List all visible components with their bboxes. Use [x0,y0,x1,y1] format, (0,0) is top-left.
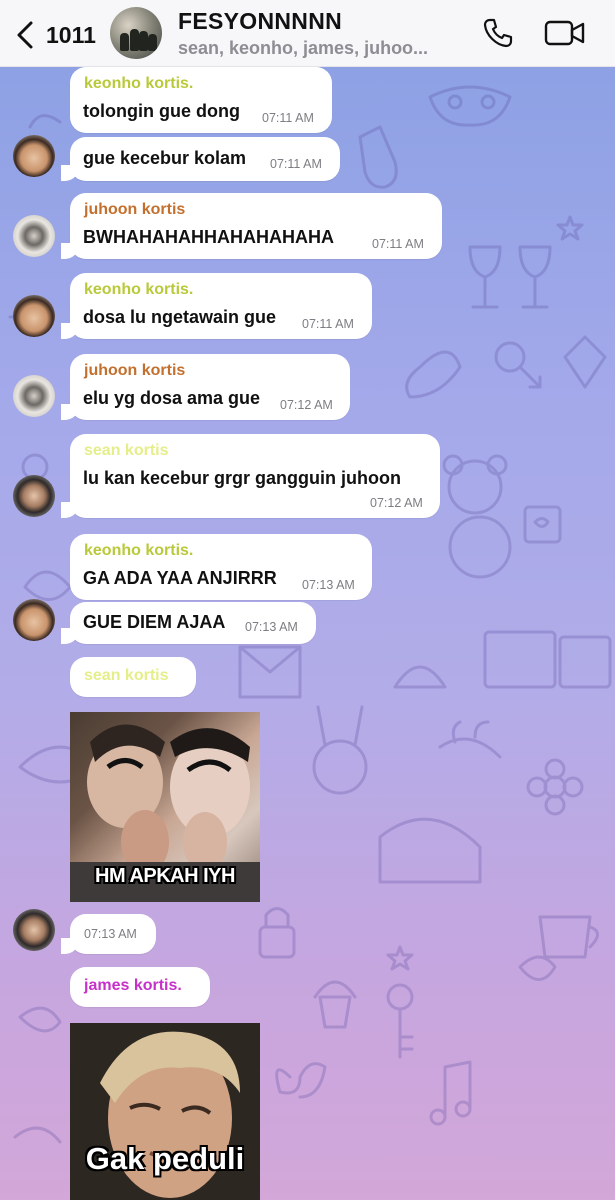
avatar[interactable] [13,295,55,337]
chevron-left-icon [17,21,33,49]
message-bubble[interactable]: juhoon kortis BWHAHAHAHHAHAHAHAHA 07:11 … [61,193,442,259]
message-text: GUE DIEM AJAA [83,612,226,632]
avatar[interactable] [13,135,55,177]
message-text: GA ADA YAA ANJIRRR [83,568,277,588]
sender-name: sean kortis [84,667,169,684]
video-call-button[interactable] [544,19,586,49]
chat-area[interactable]: keonho kortis. tolongin gue dong 07:11 A… [0,67,615,1200]
message-bubble[interactable]: gue kecebur kolam 07:11 AM [61,137,340,181]
message-bubble[interactable]: keonho kortis. tolongin gue dong 07:11 A… [70,67,332,133]
message-text: elu yg dosa ama gue [83,388,261,408]
message-time: 07:11 AM [302,317,354,331]
sender-label-bubble: sean kortis [70,657,196,697]
sender-name: keonho kortis. [84,281,194,298]
group-title[interactable]: FESYONNNNN [178,8,342,35]
sender-name: keonho kortis. [84,542,194,559]
avatar[interactable] [13,599,55,641]
message-text: BWHAHAHAHHAHAHAHAHA [83,227,334,247]
message-time: 07:13 AM [302,578,355,592]
group-avatar[interactable] [110,7,162,59]
message-text: lu kan kecebur grgr gangguin juhoon [83,468,402,488]
message-text: dosa lu ngetawain gue [83,307,277,327]
message-text: tolongin gue dong [83,101,240,121]
message-bubble[interactable]: keonho kortis. GA ADA YAA ANJIRRR 07:13 … [70,534,372,600]
sender-label-bubble: james kortis. [70,967,210,1007]
message-time: 07:11 AM [270,157,322,171]
chat-header: 1011 FESYONNNNN sean, keonho, james, juh… [0,0,615,67]
unread-count: 1011 [46,22,96,48]
sticker-image[interactable]: Gak peduli [70,1023,260,1200]
sender-name: sean kortis [84,442,169,459]
avatar[interactable] [13,475,55,517]
sender-name: juhoon kortis [84,201,186,218]
video-camera-icon [544,20,585,46]
message-bubble[interactable]: GUE DIEM AJAA 07:13 AM [61,602,316,644]
group-members[interactable]: sean, keonho, james, juhoo... [178,38,428,59]
avatar[interactable] [13,215,55,257]
message-time: 07:13 AM [245,620,298,634]
call-button[interactable] [482,17,514,49]
message-time: 07:11 AM [372,237,424,251]
message-bubble[interactable]: 07:13 AM [61,914,156,954]
phone-icon [483,18,513,48]
message-time: 07:12 AM [280,398,333,412]
message-time: 07:11 AM [262,111,314,125]
avatar[interactable] [13,375,55,417]
message-time: 07:12 AM [370,496,423,510]
sender-name: keonho kortis. [84,75,194,92]
message-time: 07:13 AM [84,927,137,941]
message-bubble[interactable]: juhoon kortis elu yg dosa ama gue 07:12 … [61,354,350,420]
back-button[interactable]: 1011 [10,16,108,52]
sticker-caption: Gak peduli [85,1141,245,1176]
message-text: gue kecebur kolam [83,148,247,168]
message-bubble[interactable]: keonho kortis. dosa lu ngetawain gue 07:… [61,273,372,339]
sender-name: james kortis. [84,977,182,994]
sender-name: juhoon kortis [84,362,186,379]
message-bubble[interactable]: sean kortis lu kan kecebur grgr gangguin… [61,434,440,518]
sticker-caption: HM APKAH IYH [95,865,235,887]
avatar[interactable] [13,909,55,951]
sticker-image[interactable]: HM APKAH IYH [70,712,260,902]
